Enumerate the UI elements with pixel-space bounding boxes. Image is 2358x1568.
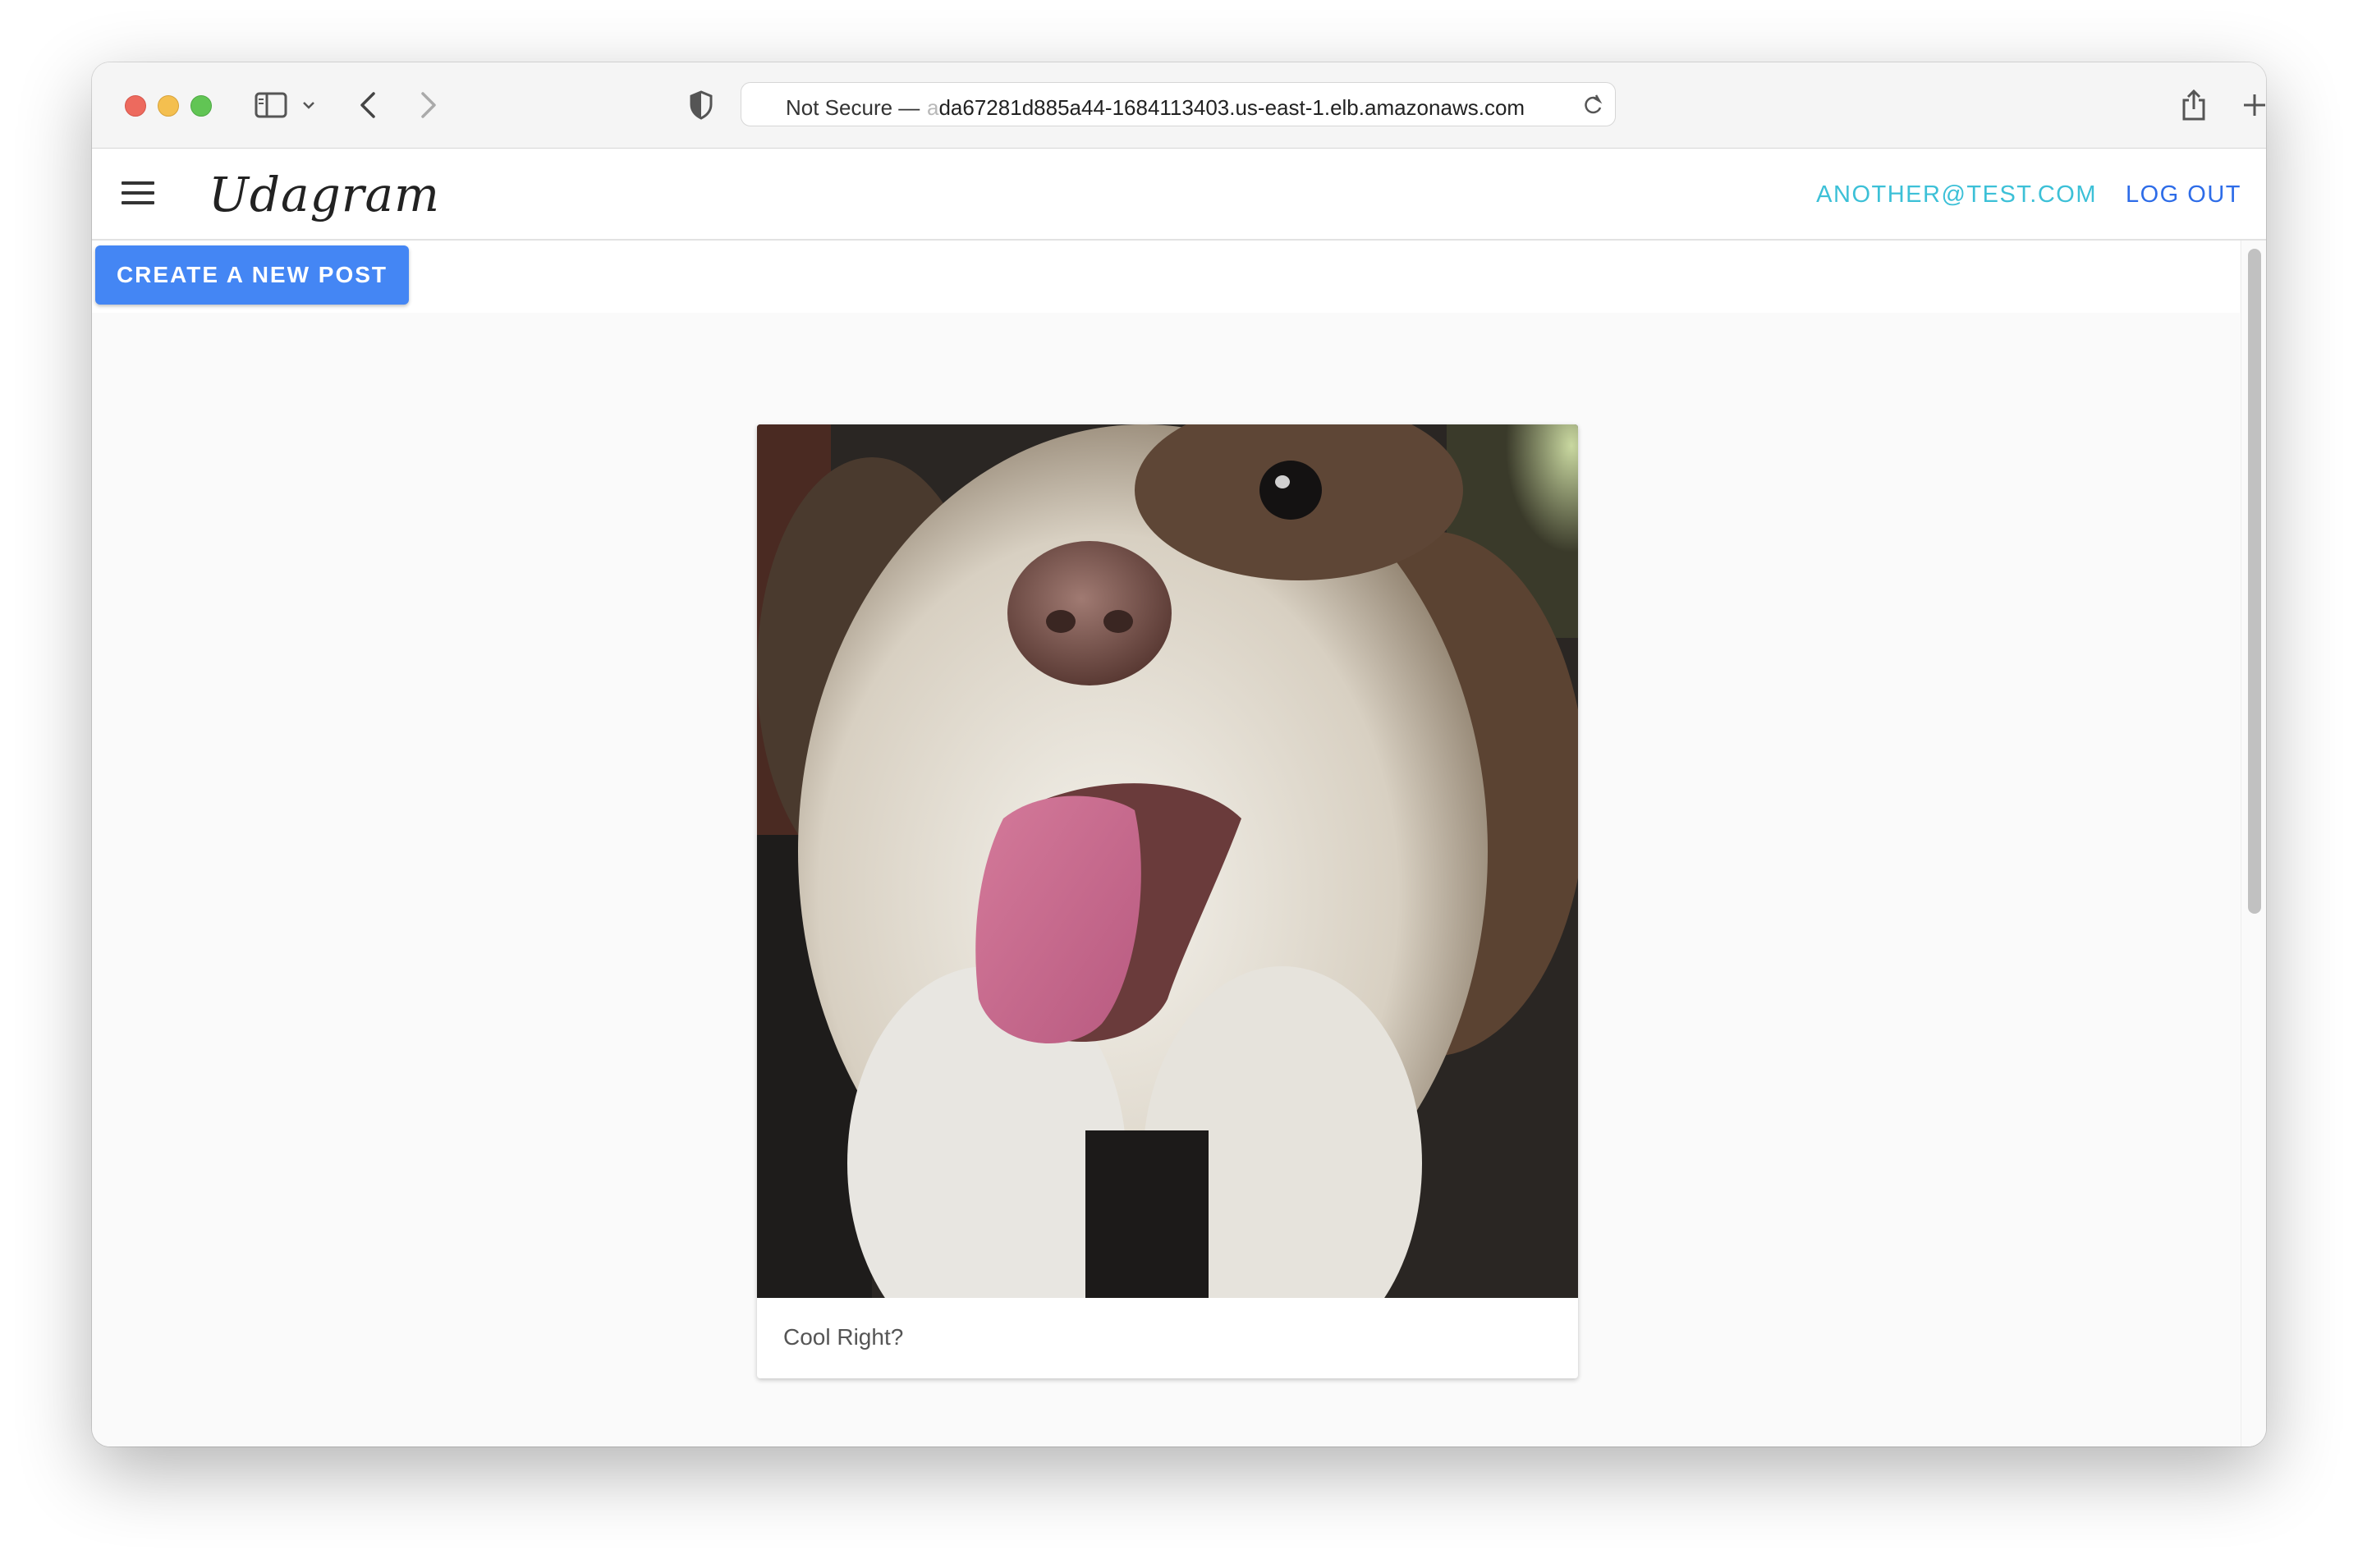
- close-window-button[interactable]: [125, 95, 146, 117]
- minimize-window-button[interactable]: [158, 95, 179, 117]
- forward-icon[interactable]: [414, 85, 443, 125]
- not-secure-label: Not Secure —: [786, 95, 920, 120]
- share-icon[interactable]: [2177, 85, 2210, 125]
- address-url: ada67281d885a44-1684113403.us-east-1.elb…: [927, 95, 1525, 120]
- privacy-shield-icon[interactable]: [685, 85, 718, 125]
- post-photo: [757, 424, 1578, 1298]
- app-logo[interactable]: Udagram: [209, 167, 440, 222]
- post-caption: Cool Right?: [783, 1324, 904, 1350]
- browser-window: Not Secure — ada67281d885a44-1684113403.…: [92, 62, 2266, 1447]
- main-content: CREATE A NEW POST Cool Right?: [92, 241, 2266, 1447]
- user-email-link[interactable]: ANOTHER@TEST.COM: [1816, 181, 2097, 209]
- browser-toolbar: Not Secure — ada67281d885a44-1684113403.…: [92, 62, 2266, 149]
- scrollbar-track[interactable]: [2241, 241, 2266, 1447]
- action-strip: CREATE A NEW POST: [92, 241, 2240, 313]
- new-tab-icon[interactable]: [2238, 85, 2266, 125]
- post-card: Cool Right?: [757, 424, 1578, 1378]
- create-post-button[interactable]: CREATE A NEW POST: [95, 245, 409, 305]
- app-header: Udagram ANOTHER@TEST.COM LOG OUT: [92, 149, 2266, 241]
- back-icon[interactable]: [353, 85, 383, 125]
- zoom-window-button[interactable]: [190, 95, 212, 117]
- logout-link[interactable]: LOG OUT: [2126, 181, 2241, 209]
- scrollbar-thumb[interactable]: [2248, 249, 2261, 914]
- reload-icon[interactable]: [1582, 94, 1603, 121]
- menu-icon[interactable]: [122, 181, 154, 206]
- chevron-down-icon[interactable]: [299, 85, 319, 125]
- sidebar-toggle-icon[interactable]: [253, 85, 289, 125]
- address-bar[interactable]: Not Secure — ada67281d885a44-1684113403.…: [741, 82, 1616, 126]
